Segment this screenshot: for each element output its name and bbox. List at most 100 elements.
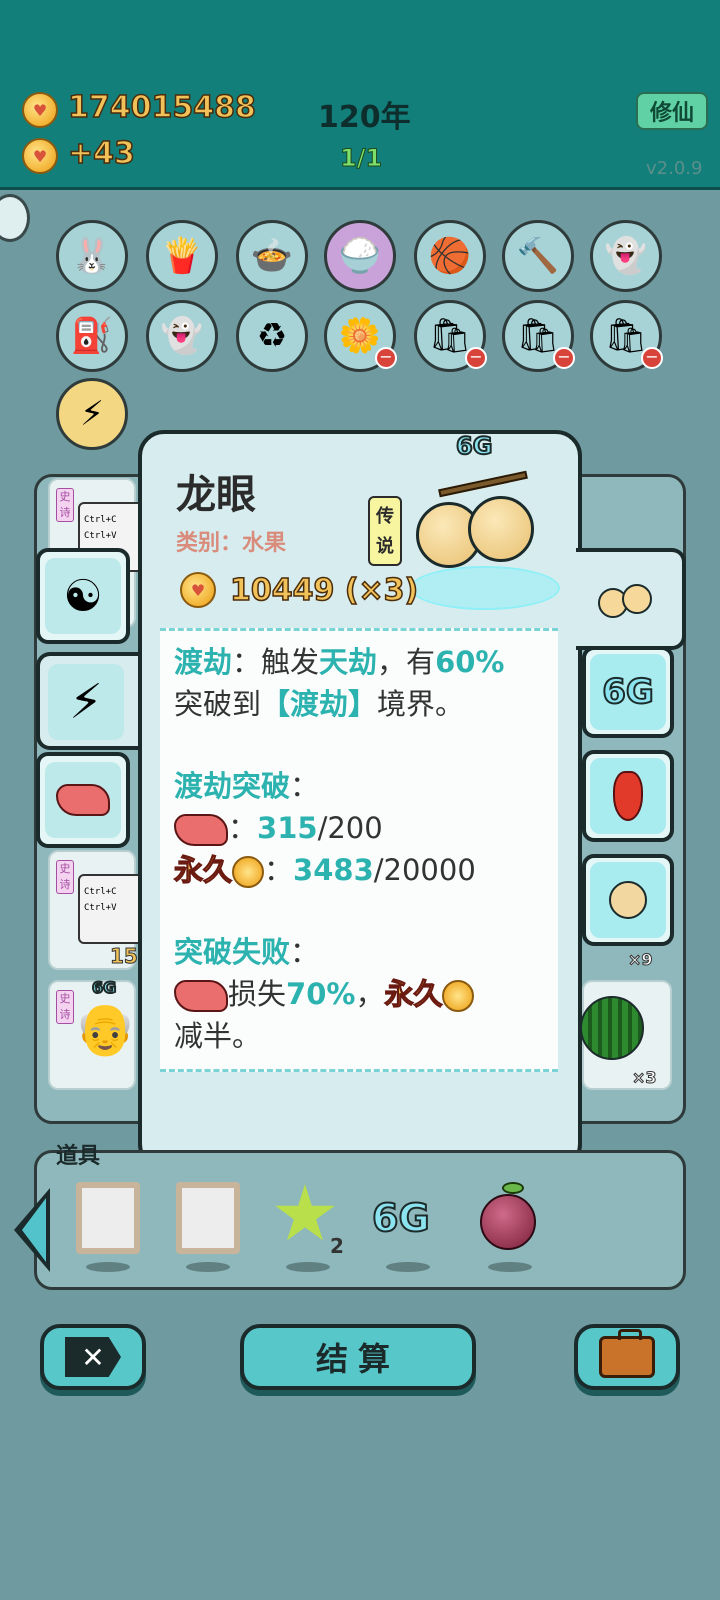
lightning-icon: ⚡ [69, 674, 103, 730]
watermelon-icon [580, 996, 644, 1060]
top-bar: ♥ 174015488 ♥ +43 120年 1/1 修仙 v2.0.9 [0, 0, 720, 190]
inventory-slot[interactable]: 🛍 − [590, 300, 663, 372]
permanent-coin-requirement: 永久 ：3483/20000 [173, 852, 476, 888]
coin-icon: ♥ [180, 572, 216, 608]
lychee-icon [480, 1194, 536, 1250]
bg-card-right-1[interactable]: ×9 [582, 950, 672, 980]
ghost-tongue-icon: 👻 [160, 316, 204, 356]
prop-slot-empty-2[interactable] [176, 1182, 240, 1254]
poem-tag: 史诗 [56, 990, 74, 1024]
basketballs-icon: 🏀 [428, 236, 472, 276]
failure-line-1: 损失70%，永久 [174, 973, 544, 1015]
longan-large-icon [410, 470, 560, 610]
inventory-slot[interactable]: ⚡ [56, 378, 128, 450]
inventory-slot[interactable]: 👻 [590, 220, 662, 292]
tier-6g-tag: 6G [455, 431, 493, 461]
inventory-slot[interactable]: ♻ [236, 300, 308, 372]
rice-bowl-icon: 🍚 [338, 236, 382, 276]
coin-rate-icon: ♥ [22, 138, 58, 174]
inventory-slot[interactable]: 🛍 − [502, 300, 575, 372]
inventory-slot[interactable]: ⛽ [56, 300, 128, 372]
inventory-slot[interactable]: 🐰 [56, 220, 128, 292]
bg-card-3[interactable]: 史诗 6G 👴 [48, 977, 137, 1090]
longan-icon [598, 574, 658, 624]
failure-title: 突破失败： [174, 935, 320, 969]
coin-icon [442, 980, 475, 1012]
item-name: 龙眼 [176, 472, 256, 518]
failure-line-2: 减半。 [174, 1019, 262, 1053]
pot-duck-icon: 🍲 [250, 236, 294, 276]
bg-card-right-2[interactable]: ×3 [580, 980, 672, 1090]
inventory-slot[interactable]: 🏀 [414, 220, 486, 292]
lychee-prop[interactable] [478, 1182, 542, 1252]
liver-tab-icon [45, 762, 121, 838]
chat-icon[interactable] [0, 194, 30, 242]
settle-label: 结算 [315, 1340, 400, 1378]
item-description: 渡劫：触发天劫，有60% 突破到【渡劫】境界。 渡劫突破： ：315/200 永… [160, 628, 558, 1072]
rarity-badge: 传说 [368, 496, 402, 566]
coin-icon [232, 856, 265, 888]
sack-icon: 🛍 [516, 316, 560, 356]
years-counter: 120年 [318, 100, 411, 135]
desc-line-1: 渡劫：触发天劫，有60% [174, 645, 505, 679]
settle-button[interactable]: 结算 [240, 1324, 476, 1390]
breakthrough-title: 渡劫突破： [174, 769, 320, 803]
close-icon: ✕ [65, 1337, 121, 1377]
coin-total: 174015488 [67, 89, 256, 126]
inventory-slot[interactable]: 🛍 − [414, 300, 487, 372]
lightning-icon: ⚡ [80, 394, 104, 434]
remove-icon[interactable]: − [465, 347, 487, 369]
coin-icon: ♥ [22, 92, 58, 128]
tab-6g[interactable]: 6G [582, 646, 674, 738]
star-prop[interactable]: 2 [272, 1184, 344, 1258]
chili-icon [590, 758, 666, 834]
item-price: 10449 (×3) [229, 572, 419, 609]
remove-icon[interactable]: − [553, 347, 575, 369]
star-count: 2 [330, 1234, 344, 1258]
item-category: 类别：水果 [176, 531, 287, 556]
pear-icon [590, 862, 666, 938]
props-label: 道具 [56, 1144, 101, 1169]
remove-icon[interactable]: − [641, 347, 663, 369]
tier-6g-tag: 6G [91, 977, 117, 998]
tab-liver[interactable] [36, 752, 130, 848]
tab-pear[interactable] [582, 854, 674, 946]
ghost-icon: 👻 [604, 236, 648, 276]
prop-slot-empty-1[interactable] [76, 1182, 140, 1254]
remove-icon[interactable]: − [375, 347, 397, 369]
tab-lightning[interactable]: ⚡ [48, 664, 124, 740]
bg-card-2[interactable]: 史诗 Ctrl+C Ctrl+V 15 [48, 850, 144, 970]
farmer-icon: 👴 [74, 1000, 137, 1058]
version-label: v2.0.9 [646, 158, 703, 179]
star-icon [275, 1184, 335, 1241]
liver-requirement: ：315/200 [174, 807, 544, 849]
inventory-slot[interactable]: 👻 [146, 300, 218, 372]
cultivate-button[interactable]: 修仙 [636, 92, 708, 130]
potted-flower-icon: 🌼 [338, 316, 382, 356]
inventory-slot[interactable]: 🍟 [146, 220, 218, 292]
recycle-icon: ♻ [256, 316, 288, 356]
card-count: 15 [110, 944, 139, 969]
ctrl-card: Ctrl+C Ctrl+V [78, 874, 144, 944]
close-button[interactable]: ✕ [40, 1324, 146, 1390]
liver-icon [174, 814, 228, 846]
pump-icon: ⛽ [70, 316, 114, 356]
tab-chili[interactable] [582, 750, 674, 842]
poem-tag: 史诗 [56, 488, 74, 522]
sack-icon: 🛍 [428, 316, 472, 356]
poem-tag: 史诗 [56, 860, 74, 894]
sack-icon: 🛍 [604, 316, 648, 356]
tab-yin-yang[interactable]: ☯ [36, 548, 130, 644]
briefcase-icon [599, 1329, 655, 1378]
price-row: ♥ 10449 (×3) [180, 572, 419, 609]
inventory-slot[interactable]: 🔨 [502, 220, 574, 292]
tier-6g-tab: 6G [590, 654, 666, 730]
inventory-slot[interactable]: 🍲 [236, 220, 308, 292]
qty-x9: ×9 [628, 950, 654, 970]
coin-rate: +43 [67, 135, 135, 172]
inventory-slot[interactable]: 🌼 − [324, 300, 397, 372]
inventory-slot[interactable]: 🍚 [324, 220, 396, 292]
prop-6g[interactable]: 6G [371, 1195, 431, 1241]
rabbit-icon: 🐰 [70, 236, 114, 276]
briefcase-button[interactable] [574, 1324, 680, 1390]
